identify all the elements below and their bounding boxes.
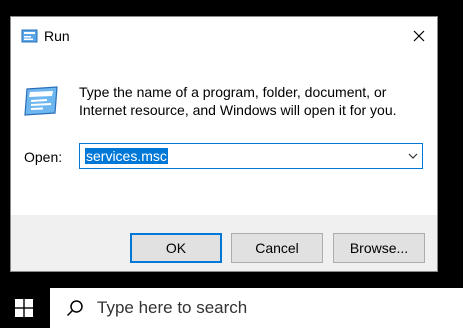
- chevron-down-icon[interactable]: [408, 151, 418, 161]
- desktop-screen: Run Type the name of a program, folder, …: [0, 0, 463, 328]
- taskbar: Type here to search: [0, 288, 463, 328]
- browse-button[interactable]: Browse...: [333, 233, 425, 263]
- ok-button[interactable]: OK: [130, 233, 222, 263]
- open-combobox[interactable]: services.msc: [79, 143, 423, 169]
- close-icon: [413, 30, 425, 42]
- search-placeholder: Type here to search: [97, 298, 248, 317]
- dialog-title: Run: [44, 28, 70, 44]
- open-input-value[interactable]: services.msc: [85, 148, 168, 164]
- search-icon: [66, 300, 83, 317]
- run-app-icon: [24, 86, 58, 116]
- open-label: Open:: [24, 149, 63, 165]
- windows-logo-icon: [15, 299, 33, 317]
- button-bar: OK Cancel Browse...: [11, 215, 437, 271]
- taskbar-search-box[interactable]: Type here to search: [50, 288, 463, 328]
- cancel-button[interactable]: Cancel: [231, 233, 323, 263]
- dialog-body: Type the name of a program, folder, docu…: [11, 55, 437, 271]
- run-app-icon: [21, 29, 38, 43]
- title-bar[interactable]: Run: [11, 17, 437, 55]
- close-button[interactable]: [401, 17, 437, 55]
- start-button[interactable]: [0, 288, 48, 328]
- run-dialog: Run Type the name of a program, folder, …: [10, 16, 438, 272]
- dialog-description: Type the name of a program, folder, docu…: [79, 84, 397, 118]
